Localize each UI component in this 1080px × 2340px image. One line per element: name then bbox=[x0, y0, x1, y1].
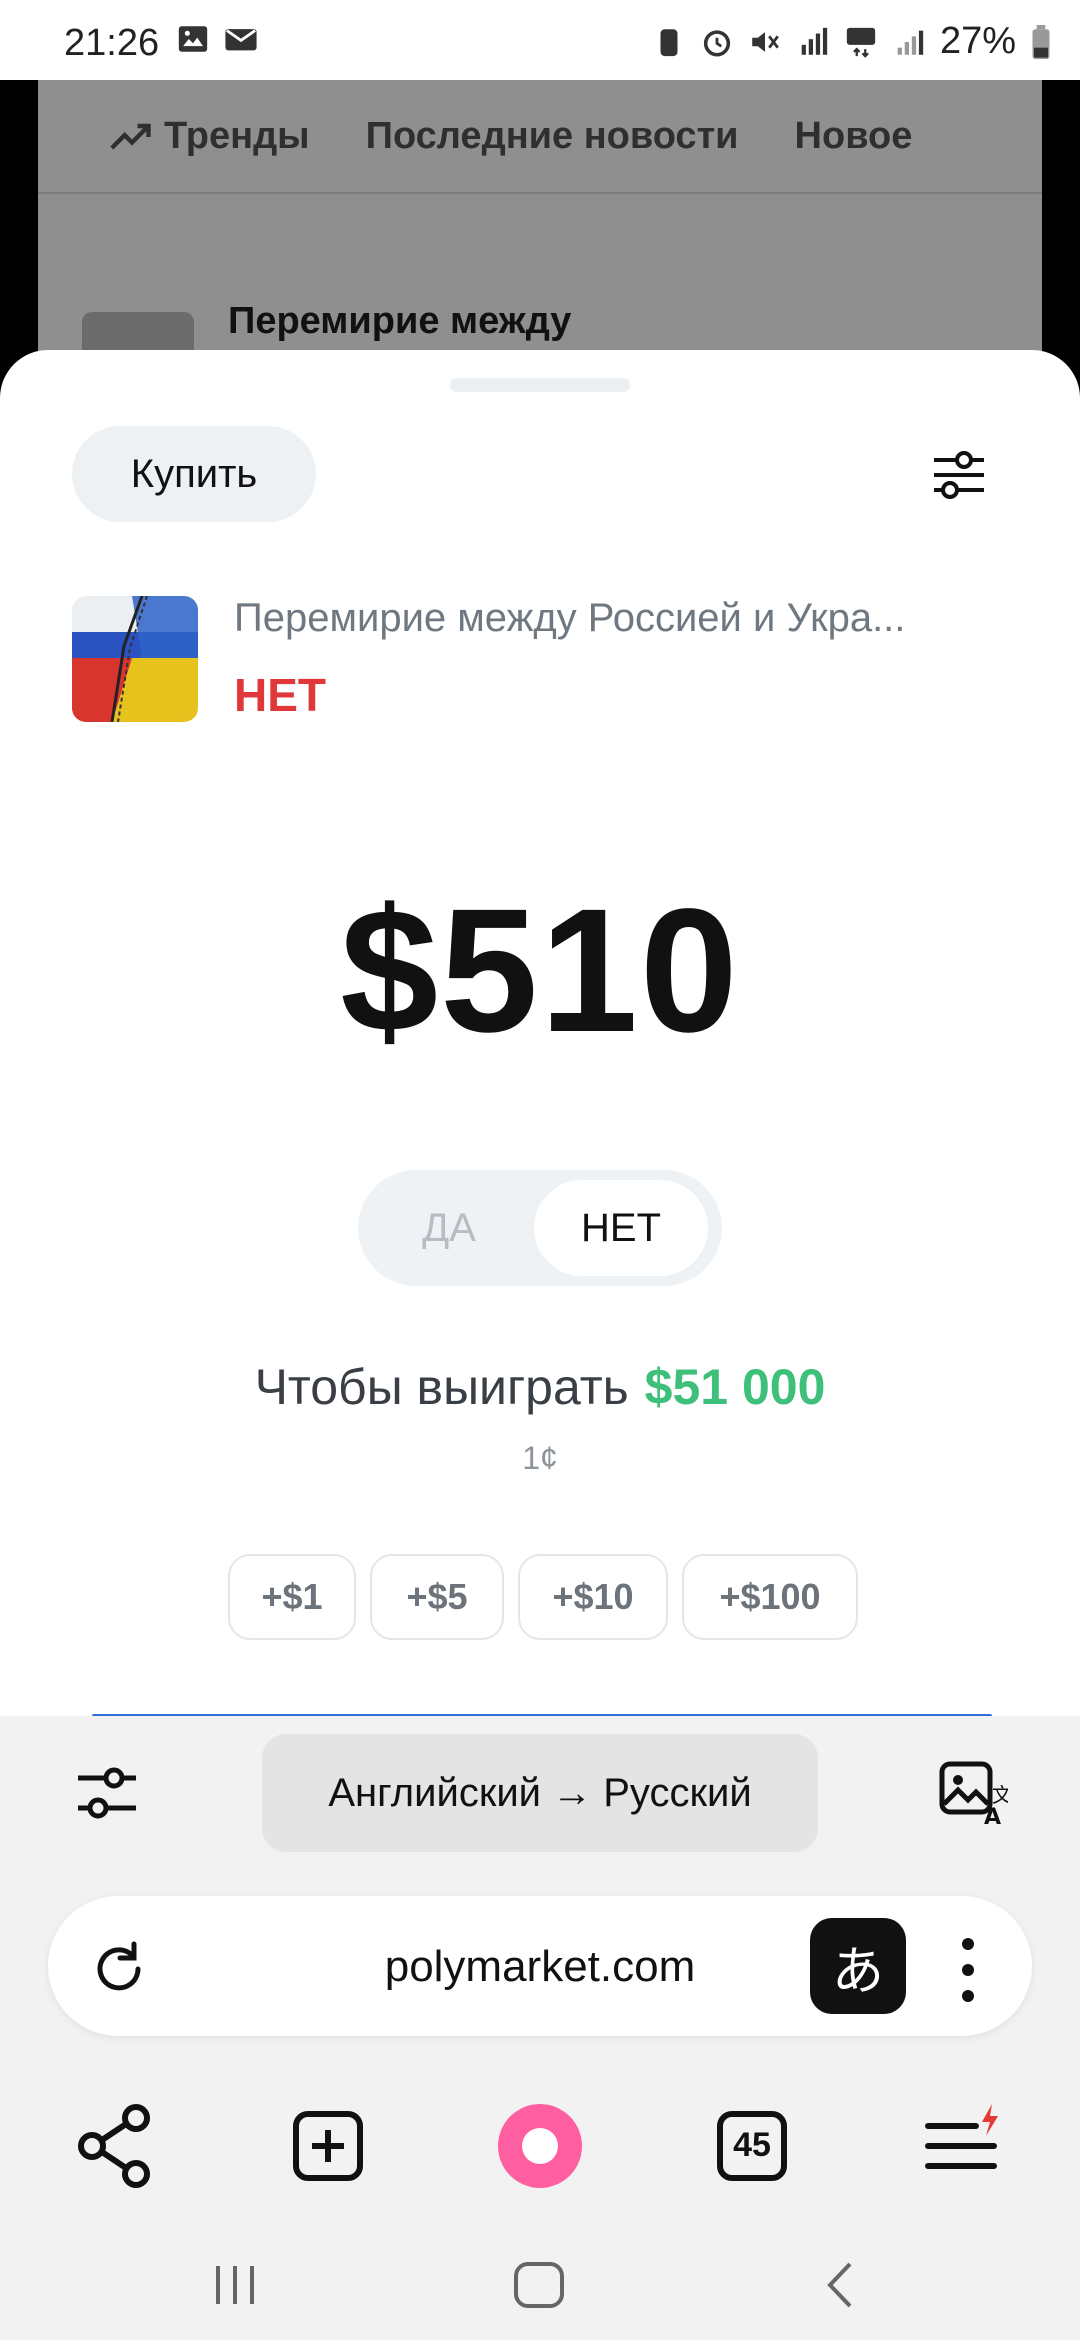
trending-icon bbox=[110, 124, 151, 151]
alarm-icon bbox=[703, 29, 731, 57]
translate-page-button[interactable]: あ bbox=[810, 1918, 906, 2014]
alice-assistant-icon[interactable] bbox=[494, 2100, 586, 2192]
signal-icon bbox=[897, 30, 924, 55]
recent-apps-icon[interactable] bbox=[210, 2260, 260, 2310]
5g-icon bbox=[846, 27, 876, 58]
new-tab-icon[interactable] bbox=[282, 2100, 374, 2192]
translation-settings-icon[interactable] bbox=[76, 1764, 138, 1822]
trade-sheet: Купить Перемирие между Россией и Укра...… bbox=[0, 350, 1080, 1750]
quick-add-100-button[interactable]: +$100 bbox=[682, 1554, 858, 1640]
menu-icon[interactable] bbox=[918, 2100, 1010, 2192]
amount-input[interactable]: $510 bbox=[0, 870, 1080, 1072]
bg-tab-trends: Тренды bbox=[110, 115, 310, 158]
tabs-count: 45 bbox=[733, 2126, 771, 2164]
address-bar[interactable]: polymarket.com あ bbox=[48, 1896, 1032, 2036]
bg-tab-latest: Последние новости bbox=[365, 114, 739, 157]
translation-languages-button[interactable]: Английский → Русский bbox=[262, 1734, 818, 1852]
mail-notification-icon bbox=[225, 29, 257, 51]
outcome-toggle: ДА НЕТ bbox=[358, 1170, 722, 1286]
toggle-no[interactable]: НЕТ bbox=[534, 1180, 708, 1276]
sheet-grabber[interactable] bbox=[450, 378, 630, 392]
screen-edge-left bbox=[0, 80, 38, 380]
mute-icon bbox=[752, 31, 779, 52]
browser-chrome: polymarket.com あ 45 bbox=[0, 1874, 1080, 2340]
buy-tab[interactable]: Купить bbox=[72, 426, 316, 522]
more-options-icon[interactable] bbox=[948, 1930, 988, 2010]
market-title: Перемирие между Россией и Укра... bbox=[234, 596, 906, 640]
svg-text:文: 文 bbox=[992, 1783, 1008, 1807]
battery-icon bbox=[1032, 24, 1050, 59]
signal-roaming-icon bbox=[801, 27, 828, 55]
home-icon[interactable] bbox=[512, 2260, 566, 2310]
to-win-value: $51 000 bbox=[644, 1359, 826, 1415]
background-title: Перемирие между bbox=[228, 300, 572, 342]
svg-text:A: A bbox=[984, 1805, 1001, 1828]
share-price: 1¢ bbox=[522, 1440, 558, 1476]
browser-toolbar: 45 bbox=[0, 2100, 1080, 2220]
quick-add-5-button[interactable]: +$5 bbox=[370, 1554, 504, 1640]
market-image bbox=[72, 596, 198, 722]
system-navigation bbox=[0, 2230, 1080, 2340]
back-icon[interactable] bbox=[820, 2260, 860, 2310]
status-time: 21:26 bbox=[64, 22, 160, 64]
market-outcome: НЕТ bbox=[234, 669, 326, 721]
order-settings-icon[interactable] bbox=[930, 450, 988, 500]
tabs-counter-button[interactable]: 45 bbox=[706, 2100, 798, 2192]
potential-win: Чтобы выиграть $51 000 bbox=[0, 1358, 1080, 1416]
image-translate-icon[interactable]: A 文 bbox=[938, 1760, 1008, 1828]
quick-amounts: +$1 +$5 +$10 +$100 bbox=[228, 1554, 858, 1640]
background-tabs: Тренды Последние новости Новое bbox=[38, 80, 1042, 194]
battery-saver-icon bbox=[660, 28, 678, 56]
share-icon[interactable] bbox=[70, 2100, 162, 2192]
status-bar: 21:26 27% bbox=[0, 0, 1080, 80]
toggle-yes[interactable]: ДА bbox=[358, 1170, 540, 1286]
background-page: Тренды Последние новости Новое Перемирие… bbox=[38, 80, 1042, 392]
battery-percent: 27% bbox=[939, 20, 1016, 62]
quick-add-10-button[interactable]: +$10 bbox=[518, 1554, 668, 1640]
gallery-notification-icon bbox=[178, 26, 208, 52]
quick-add-1-button[interactable]: +$1 bbox=[228, 1554, 356, 1640]
bg-tab-new: Новое bbox=[794, 114, 913, 157]
translation-bar: Английский → Русский A 文 bbox=[0, 1716, 1080, 1876]
to-win-label: Чтобы выиграть bbox=[254, 1359, 629, 1415]
screen-edge-right bbox=[1042, 80, 1080, 380]
